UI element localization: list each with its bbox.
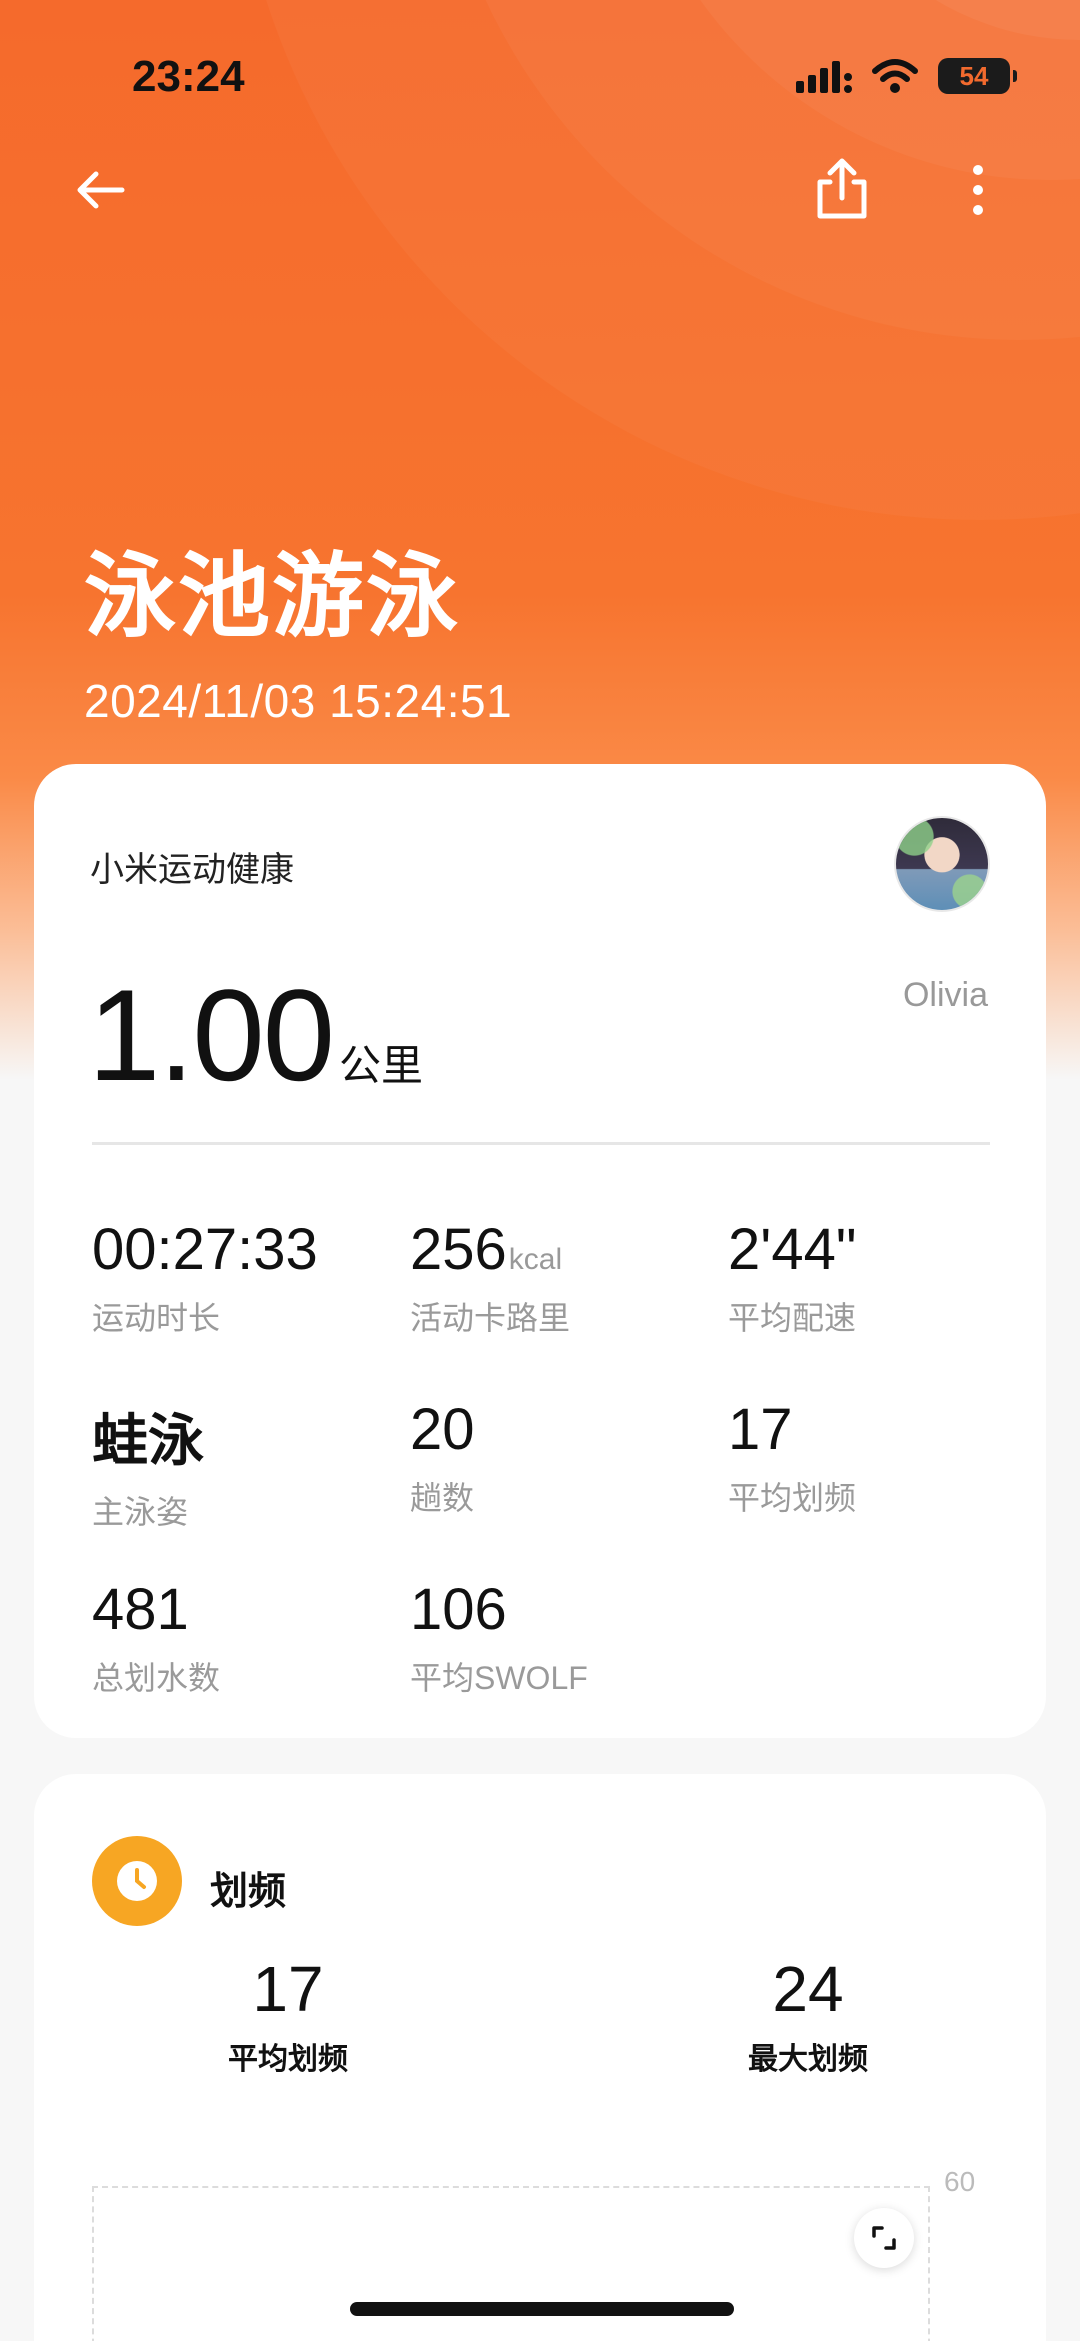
stat-label: 活动卡路里 [410,1300,571,1336]
more-vertical-icon[interactable] [958,160,998,220]
avg-stroke-rate-label: 平均划频 [228,2043,348,2076]
status-time: 23:24 [132,52,245,101]
stat-value: 17 [728,1397,793,1462]
screen: 23:24 54 泳池游泳 2024/11/03 15:24:51 小米运动健康… [0,0,1080,2341]
clock-icon [92,1836,182,1926]
distance-value: 1.00 [88,962,335,1108]
stat-avg-stroke-rate: 17 平均划频 [728,1396,856,1519]
stat-label: 总划水数 [92,1660,221,1696]
wifi-icon [872,59,918,93]
stat-label: 平均配速 [728,1300,857,1336]
stat-avg-swolf: 106 平均SWOLF [410,1576,588,1699]
avg-stroke-rate: 17 平均划频 [138,1952,438,2078]
share-icon[interactable] [812,156,872,222]
stat-label: 运动时长 [92,1300,221,1336]
workout-datetime: 2024/11/03 15:24:51 [84,675,513,727]
stat-calories: 256 kcal 活动卡路里 [410,1216,570,1339]
divider [92,1142,990,1145]
stat-label: 平均划频 [728,1480,857,1516]
stat-main-stroke: 蛙泳 主泳姿 [92,1396,204,1533]
status-icons: 54 [796,58,1017,94]
stat-value: 20 [410,1397,475,1462]
stroke-rate-card[interactable]: 划频 17 平均划频 24 最大划频 60 [34,1774,1046,2341]
stat-total-strokes: 481 总划水数 [92,1576,220,1699]
user-name: Olivia [902,976,988,1014]
battery-indicator: 54 [938,58,1017,94]
distance: 1.00 公里 [88,960,423,1110]
stat-value: 蛙泳 [92,1409,204,1474]
chart-axis-max: 60 [944,2166,976,2197]
summary-card: 小米运动健康 Olivia 1.00 公里 00:27:33 运动时长 256 k… [34,764,1046,1738]
stat-value: 106 [410,1577,507,1642]
max-stroke-rate-label: 最大划频 [748,2043,868,2076]
cellular-signal-icon [796,61,852,93]
stat-value: 481 [92,1577,189,1642]
stat-avg-pace: 2'44" 平均配速 [728,1216,856,1339]
avatar[interactable] [894,816,990,912]
stat-value: 256 [410,1217,507,1282]
stat-unit: kcal [508,1243,563,1276]
stat-label: 平均SWOLF [410,1660,588,1696]
stat-laps: 20 趟数 [410,1396,475,1519]
stat-value: 2'44" [728,1217,857,1282]
stroke-rate-title: 划频 [210,1871,287,1913]
max-stroke-rate: 24 最大划频 [658,1952,958,2078]
expand-icon [872,2226,896,2250]
stat-label: 趟数 [410,1480,475,1516]
avg-stroke-rate-value: 17 [252,1953,324,2025]
workout-title: 泳池游泳 [84,543,461,650]
distance-unit: 公里 [339,1042,424,1089]
home-indicator[interactable] [350,2302,734,2316]
max-stroke-rate-value: 24 [772,1953,844,2025]
stat-duration: 00:27:33 运动时长 [92,1216,318,1339]
stat-label: 主泳姿 [92,1494,189,1530]
stroke-rate-chart [92,2186,930,2341]
stat-value: 00:27:33 [92,1217,318,1282]
expand-button[interactable] [854,2208,914,2268]
brand-label: 小米运动健康 [90,851,294,889]
back-arrow-icon[interactable] [70,160,130,220]
